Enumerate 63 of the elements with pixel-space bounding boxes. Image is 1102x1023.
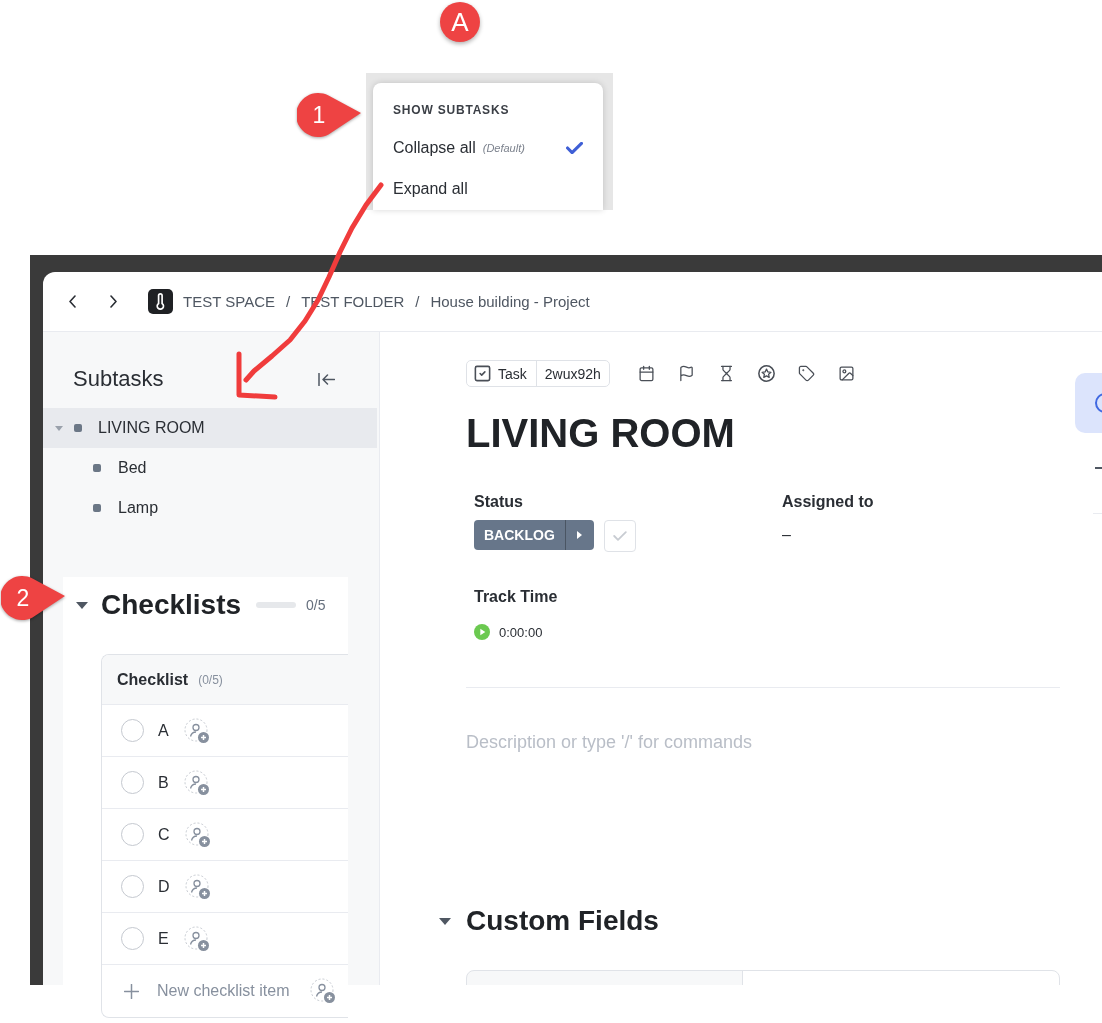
star-circle-icon[interactable] bbox=[757, 365, 775, 382]
assign-user-icon[interactable] bbox=[184, 821, 211, 848]
menu-option[interactable]: Collapse all (Default) bbox=[393, 127, 583, 168]
checklist-count: (0/5) bbox=[198, 672, 223, 687]
arrow-to-line-icon bbox=[318, 372, 335, 386]
flag-icon[interactable] bbox=[677, 365, 695, 382]
description-field[interactable]: Description or type '/' for commands bbox=[466, 732, 1060, 753]
assign-user-icon[interactable] bbox=[183, 925, 210, 952]
status-icon bbox=[93, 504, 101, 512]
breadcrumb-link[interactable]: House building - Project bbox=[430, 293, 590, 310]
section-title: Custom Fields bbox=[466, 904, 659, 938]
caret-down-icon[interactable] bbox=[76, 601, 88, 609]
checklist-item-text: B bbox=[158, 773, 169, 792]
assign-user-icon[interactable] bbox=[183, 717, 210, 744]
new-item-field[interactable]: New checklist item bbox=[157, 980, 302, 1002]
step-badge: 2 bbox=[1, 576, 65, 620]
field-label: Status bbox=[474, 492, 524, 512]
breadcrumb-link[interactable]: TEST SPACE bbox=[183, 293, 275, 310]
check-icon bbox=[566, 141, 583, 154]
task-title: LIVING ROOM bbox=[466, 410, 736, 457]
status-button[interactable]: BACKLOG bbox=[474, 520, 594, 550]
caret-right-icon bbox=[577, 531, 583, 539]
chevron-right-icon bbox=[109, 295, 117, 308]
letter-badge: A bbox=[440, 2, 480, 42]
chevron-left-icon bbox=[68, 295, 76, 308]
assign-user-icon[interactable] bbox=[310, 978, 336, 1004]
checklist-item-text: D bbox=[158, 877, 170, 896]
step-badge: 1 bbox=[297, 93, 361, 137]
tag-icon[interactable] bbox=[797, 365, 815, 382]
plus-icon[interactable] bbox=[124, 983, 139, 999]
breadcrumb-separator: / bbox=[286, 293, 291, 310]
section-title: Checklists bbox=[101, 588, 242, 622]
menu-heading: SHOW SUBTASKS bbox=[393, 102, 511, 118]
breadcrumb-separator: / bbox=[415, 293, 420, 310]
timer-value: 0:00:00 bbox=[499, 624, 543, 640]
menu-option[interactable]: Expand all bbox=[393, 168, 583, 209]
side-panel-button[interactable] bbox=[1075, 373, 1102, 433]
check-icon bbox=[612, 531, 627, 541]
assign-user-icon[interactable] bbox=[184, 873, 211, 900]
play-icon[interactable] bbox=[474, 624, 490, 640]
square-check-icon bbox=[473, 364, 492, 383]
tree-item[interactable]: LIVING ROOM bbox=[43, 408, 377, 448]
image-icon[interactable] bbox=[837, 365, 855, 382]
progress-count: 0/5 bbox=[306, 597, 326, 613]
calendar-icon[interactable] bbox=[637, 365, 655, 382]
checklist-item-text: C bbox=[158, 825, 170, 844]
assign-user-icon[interactable] bbox=[183, 769, 210, 796]
status-icon bbox=[93, 464, 101, 472]
checklist-item-text: A bbox=[158, 721, 169, 740]
task-type-button[interactable]: Task bbox=[467, 361, 537, 386]
caret-down-icon[interactable] bbox=[439, 917, 451, 925]
collapse-button[interactable] bbox=[318, 372, 335, 386]
thermometer-icon[interactable] bbox=[148, 289, 173, 314]
sidebar-title: Subtasks bbox=[73, 366, 164, 392]
field-label: Track Time bbox=[474, 587, 559, 607]
tree-item[interactable]: Lamp bbox=[43, 488, 377, 528]
task-id: 2wux92h bbox=[543, 364, 602, 384]
status-icon bbox=[74, 424, 82, 432]
tree-item[interactable]: Bed bbox=[43, 448, 377, 488]
checklist-item-text: E bbox=[158, 929, 169, 948]
field-label: Assigned to bbox=[782, 492, 875, 512]
checklist-title: Checklist bbox=[117, 670, 189, 689]
assignee-value: – bbox=[782, 525, 792, 545]
